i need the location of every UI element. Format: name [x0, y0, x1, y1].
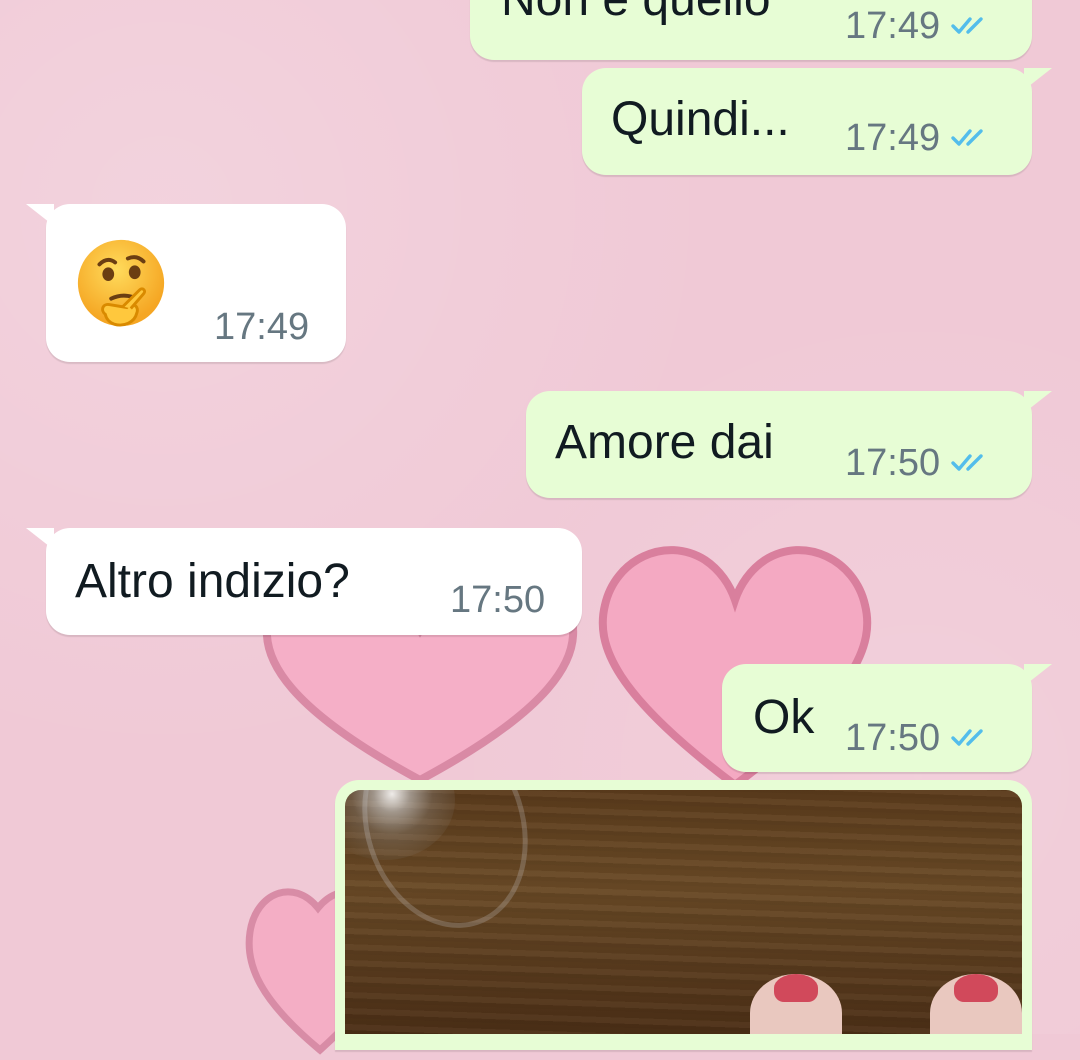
- nail: [954, 974, 998, 1002]
- message-time: 17:50: [845, 442, 941, 484]
- message-meta: 17:50: [450, 581, 545, 619]
- message-time: 17:50: [450, 579, 546, 621]
- outgoing-message[interactable]: Ok 17:50: [722, 664, 1052, 772]
- message-meta: 17:49: [845, 7, 996, 45]
- outgoing-message[interactable]: Amore dai 17:50: [526, 391, 1052, 498]
- outgoing-message[interactable]: Quindi... 17:49: [582, 68, 1052, 175]
- outgoing-message[interactable]: Non è quello 17:49: [470, 0, 1032, 60]
- message-meta: 17:49: [845, 119, 996, 157]
- incoming-message[interactable]: 🤔 17:49: [26, 204, 346, 362]
- incoming-message[interactable]: Altro indizio? 17:50: [26, 528, 582, 635]
- message-time: 17:49: [845, 5, 941, 47]
- double-check-icon: [951, 129, 983, 146]
- message-meta: 17:50: [845, 719, 996, 757]
- message-text: Amore dai: [555, 416, 774, 469]
- double-check-icon: [951, 454, 983, 471]
- double-check-icon: [951, 17, 983, 34]
- message-text: Quindi...: [611, 93, 790, 146]
- thinking-face-icon: [77, 239, 165, 327]
- message-time: 17:50: [845, 717, 941, 759]
- message-meta: 17:49: [214, 308, 309, 346]
- message-text: Altro indizio?: [75, 555, 350, 608]
- message-text: Ok: [753, 691, 815, 744]
- message-photo[interactable]: [345, 790, 1022, 1034]
- message-time: 17:49: [214, 306, 310, 348]
- nail: [774, 974, 818, 1002]
- message-time: 17:49: [845, 117, 941, 159]
- message-meta: 17:50: [845, 444, 996, 482]
- double-check-icon: [951, 729, 983, 746]
- message-text: Non è quello: [501, 0, 771, 24]
